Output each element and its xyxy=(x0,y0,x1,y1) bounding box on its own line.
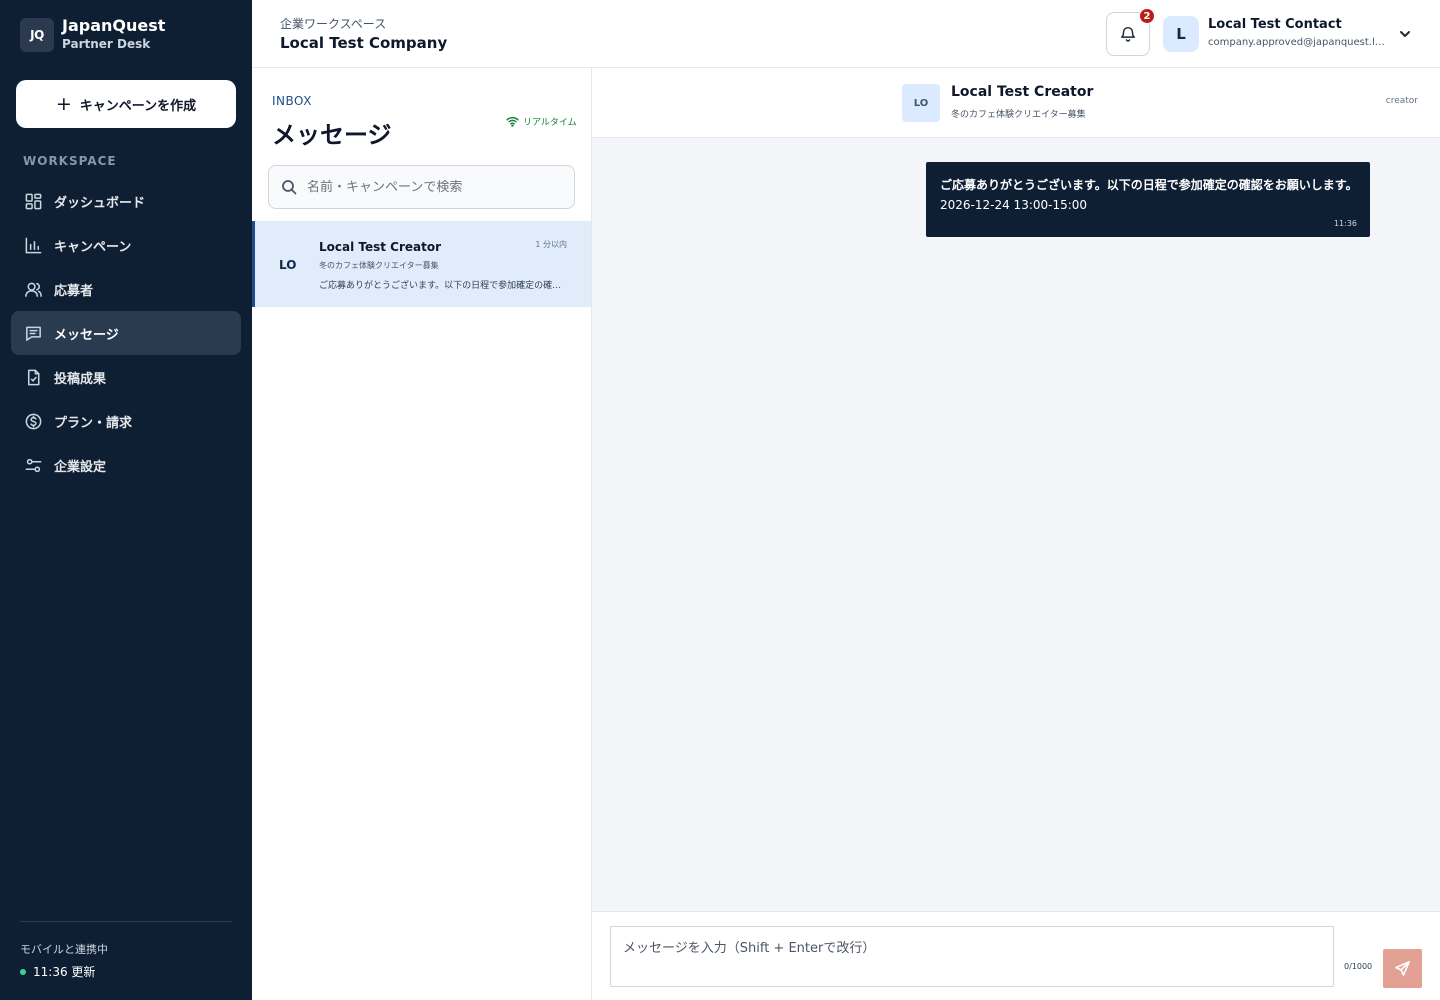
user-menu-toggle[interactable] xyxy=(1395,24,1415,44)
sidebar-item-dashboard[interactable]: ダッシュボード xyxy=(11,179,241,223)
search-icon xyxy=(269,179,297,195)
chat-role-badge: creator xyxy=(1385,96,1418,106)
dollar-icon xyxy=(23,411,43,431)
bar-chart-icon xyxy=(23,235,43,255)
brand-text: JapanQuest Partner Desk xyxy=(62,17,165,52)
char-count: 0/1000 xyxy=(1344,962,1373,971)
sidebar-item-applicants[interactable]: 応募者 xyxy=(11,267,241,311)
chevron-down-icon xyxy=(1398,27,1412,41)
user-name[interactable]: Local Test Contact xyxy=(1208,17,1342,32)
sidebar-item-label: 企業設定 xyxy=(54,459,107,475)
sidebar-nav: ダッシュボード キャンペーン 応募者 メッセージ 投稿成果 プラン・請求 企業設… xyxy=(11,179,241,487)
top-header: 企業ワークスペース Local Test Company 2 L Local T… xyxy=(252,0,1440,68)
sidebar-item-label: 投稿成果 xyxy=(54,371,107,387)
message-text: ご応募ありがとうございます。以下の日程で参加確定の確認をお願いします。 xyxy=(940,178,1358,192)
brand[interactable]: JQ JapanQuest Partner Desk xyxy=(20,17,165,52)
message-bubble: ご応募ありがとうございます。以下の日程で参加確定の確認をお願いします。 2026… xyxy=(926,162,1370,237)
sidebar-item-label: メッセージ xyxy=(54,327,119,343)
workspace-label: 企業ワークスペース xyxy=(280,17,387,31)
sidebar-item-label: 応募者 xyxy=(54,283,94,299)
message-time: 11:36 xyxy=(1333,219,1357,228)
conversation-preview: ご応募ありがとうございます。以下の日程で参加確定の確認をお願いします。 xyxy=(319,281,567,291)
send-button[interactable] xyxy=(1383,949,1422,988)
sidebar-item-label: ダッシュボード xyxy=(54,195,146,211)
sidebar-item-company-settings[interactable]: 企業設定 xyxy=(11,443,241,487)
sidebar-item-campaigns[interactable]: キャンペーン xyxy=(11,223,241,267)
search-box xyxy=(268,165,575,209)
message-input[interactable] xyxy=(610,926,1334,987)
plus-icon: + xyxy=(55,92,72,115)
sync-status: 11:36 更新 xyxy=(20,963,95,980)
notification-badge: 2 xyxy=(1139,8,1155,24)
sidebar-item-post-results[interactable]: 投稿成果 xyxy=(11,355,241,399)
sync-time: 11:36 更新 xyxy=(33,965,96,979)
document-icon xyxy=(23,367,43,387)
dashboard-icon xyxy=(23,191,43,211)
brand-logo: JQ xyxy=(20,17,54,52)
sidebar-item-label: プラン・請求 xyxy=(54,415,133,431)
user-avatar[interactable]: L xyxy=(1163,16,1199,52)
company-name: Local Test Company xyxy=(280,34,448,52)
notifications-button[interactable]: 2 xyxy=(1106,8,1155,56)
workspace-section-label: WORKSPACE xyxy=(23,154,117,168)
search-input[interactable] xyxy=(307,179,567,195)
send-icon xyxy=(1394,960,1411,977)
create-campaign-button[interactable]: + キャンペーンを作成 xyxy=(16,80,236,128)
message-icon xyxy=(23,323,43,343)
user-email: company.approved@japanquest.local xyxy=(1208,37,1388,48)
conversation-campaign: 冬のカフェ体験クリエイター募集 xyxy=(319,261,439,270)
message-text-schedule: 2026-12-24 13:00-15:00 xyxy=(940,198,1088,212)
realtime-label: リアルタイム xyxy=(523,118,577,128)
conversation-avatar: LO xyxy=(279,258,297,272)
wifi-icon xyxy=(506,115,523,128)
message-composer: 0/1000 xyxy=(592,911,1440,1000)
conversation-time: 1 分以内 xyxy=(535,240,567,249)
realtime-indicator: リアルタイム xyxy=(506,115,577,128)
chat-header: LO Local Test Creator 冬のカフェ体験クリエイター募集 cr… xyxy=(592,68,1440,138)
chat-contact-name: Local Test Creator xyxy=(951,84,1094,100)
brand-name: JapanQuest xyxy=(62,16,166,35)
chat-avatar: LO xyxy=(902,84,940,122)
sidebar-item-label: キャンペーン xyxy=(54,239,132,255)
settings-sliders-icon xyxy=(23,455,43,475)
bell-icon xyxy=(1119,25,1137,43)
inbox-tag: INBOX xyxy=(272,94,312,108)
brand-subtitle: Partner Desk xyxy=(62,37,151,51)
inbox-panel: INBOX メッセージ リアルタイム LO Local Test Creator… xyxy=(252,68,592,1000)
users-icon xyxy=(23,279,43,299)
create-campaign-label: キャンペーンを作成 xyxy=(79,98,197,114)
chat-campaign: 冬のカフェ体験クリエイター募集 xyxy=(951,110,1086,120)
mobile-sync-label: モバイルと連携中 xyxy=(20,943,108,956)
chat-panel: LO Local Test Creator 冬のカフェ体験クリエイター募集 cr… xyxy=(592,68,1440,1000)
status-dot-icon xyxy=(20,968,26,975)
conversation-item[interactable]: LO Local Test Creator 1 分以内 冬のカフェ体験クリエイタ… xyxy=(252,221,591,307)
sidebar-item-messages[interactable]: メッセージ xyxy=(11,311,241,355)
sidebar-item-billing[interactable]: プラン・請求 xyxy=(11,399,241,443)
sidebar: JQ JapanQuest Partner Desk + キャンペーンを作成 W… xyxy=(0,0,252,1000)
page-title: メッセージ xyxy=(272,121,392,149)
sidebar-divider xyxy=(20,921,232,922)
conversation-name: Local Test Creator xyxy=(319,240,442,254)
